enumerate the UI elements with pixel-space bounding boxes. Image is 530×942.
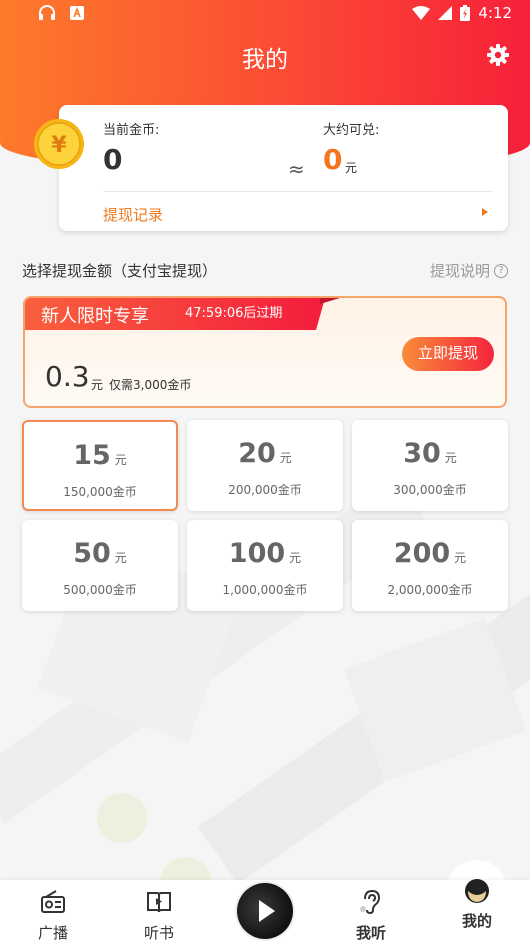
- settings-gear-icon[interactable]: [486, 43, 510, 67]
- amount-unit: 元: [114, 551, 127, 565]
- signal-icon: [438, 6, 453, 20]
- book-icon: [147, 892, 171, 913]
- nav-label: 我听: [355, 924, 386, 942]
- amount-value: 30: [403, 438, 441, 469]
- play-icon: [259, 900, 275, 922]
- amount-coins: 300,000金币: [393, 483, 467, 497]
- headphones-icon: [39, 5, 55, 20]
- card-divider: [103, 191, 493, 192]
- amount-unit: 元: [114, 453, 127, 467]
- amount-option-15[interactable]: 15 元 150,000金币: [22, 420, 178, 511]
- promo-amount: 0.3: [45, 360, 90, 393]
- current-coins-label: 当前金币:: [103, 123, 160, 138]
- amount-unit: 元: [444, 451, 457, 465]
- withdraw-now-button[interactable]: 立即提现: [402, 337, 494, 371]
- promo-title: 新人限时专享: [41, 306, 149, 327]
- nav-item-audiobooks[interactable]: 听书: [126, 880, 192, 942]
- withdraw-record-link[interactable]: 提现记录: [103, 204, 163, 225]
- nav-label: 听书: [143, 924, 174, 942]
- section-title: 选择提现金额（支付宝提现）: [22, 262, 218, 280]
- withdraw-explain-link[interactable]: 提现说明 ?: [430, 260, 508, 281]
- amount-option-200[interactable]: 200 元 2,000,000金币: [352, 520, 508, 611]
- amount-unit: 元: [279, 451, 292, 465]
- ear-icon: [360, 889, 381, 915]
- newcomer-promo-card[interactable]: 新人限时专享 47:59:06后过期 0.3 元 仅需3,000金币 立即提现: [23, 296, 507, 408]
- now-playing-button[interactable]: [237, 883, 293, 939]
- amount-coins: 2,000,000金币: [387, 583, 473, 597]
- withdraw-explain-label: 提现说明: [429, 262, 490, 280]
- status-time: 4:12: [478, 4, 512, 22]
- status-bar: 4:12: [0, 0, 530, 28]
- amount-option-20[interactable]: 20 元 200,000金币: [187, 420, 343, 511]
- amount-coins: 200,000金币: [228, 483, 302, 497]
- amount-unit: 元: [454, 551, 467, 565]
- exchange-unit: 元: [345, 161, 358, 175]
- amount-unit: 元: [289, 551, 302, 565]
- wifi-icon: [412, 6, 431, 20]
- exchange-label: 大约可兑:: [323, 123, 380, 138]
- amount-option-30[interactable]: 30 元 300,000金币: [352, 420, 508, 511]
- chevron-right-icon[interactable]: [482, 208, 488, 216]
- approx-symbol: ≈: [288, 157, 305, 181]
- nav-item-broadcast[interactable]: 广播: [20, 880, 86, 942]
- amount-value: 50: [73, 538, 111, 569]
- exchange-value: 0: [323, 143, 343, 176]
- promo-expire-countdown: 47:59:06后过期: [185, 306, 283, 321]
- radio-icon: [41, 890, 65, 913]
- promo-unit: 元: [91, 378, 104, 392]
- page-title: 我的: [242, 47, 288, 73]
- current-coins-value: 0: [103, 143, 123, 176]
- nav-label: 我的: [461, 912, 492, 930]
- nav-item-me[interactable]: 我的: [444, 879, 510, 942]
- amount-value: 20: [238, 438, 276, 469]
- battery-icon: [460, 5, 471, 21]
- amount-coins: 150,000金币: [63, 485, 137, 499]
- promo-coins-needed: 仅需3,000金币: [109, 378, 192, 392]
- amount-value: 15: [73, 440, 111, 471]
- amount-coins: 1,000,000金币: [222, 583, 308, 597]
- help-icon: ?: [494, 263, 508, 278]
- nav-item-my-listening[interactable]: 我听: [338, 880, 404, 942]
- coin-balance-card: 当前金币: 0 ≈ 大约可兑: 0 元 提现记录: [59, 105, 508, 231]
- amount-value: 200: [393, 538, 451, 569]
- amount-coins: 500,000金币: [63, 583, 137, 597]
- amount-option-100[interactable]: 100 元 1,000,000金币: [187, 520, 343, 611]
- gold-coin-icon: ¥: [34, 119, 84, 169]
- amount-option-50[interactable]: 50 元 500,000金币: [22, 520, 178, 611]
- notification-app-icon: [70, 6, 84, 20]
- nav-label: 广播: [37, 924, 68, 942]
- svg-text:¥: ¥: [51, 133, 67, 158]
- avatar-icon: [465, 879, 489, 903]
- amount-value: 100: [228, 538, 286, 569]
